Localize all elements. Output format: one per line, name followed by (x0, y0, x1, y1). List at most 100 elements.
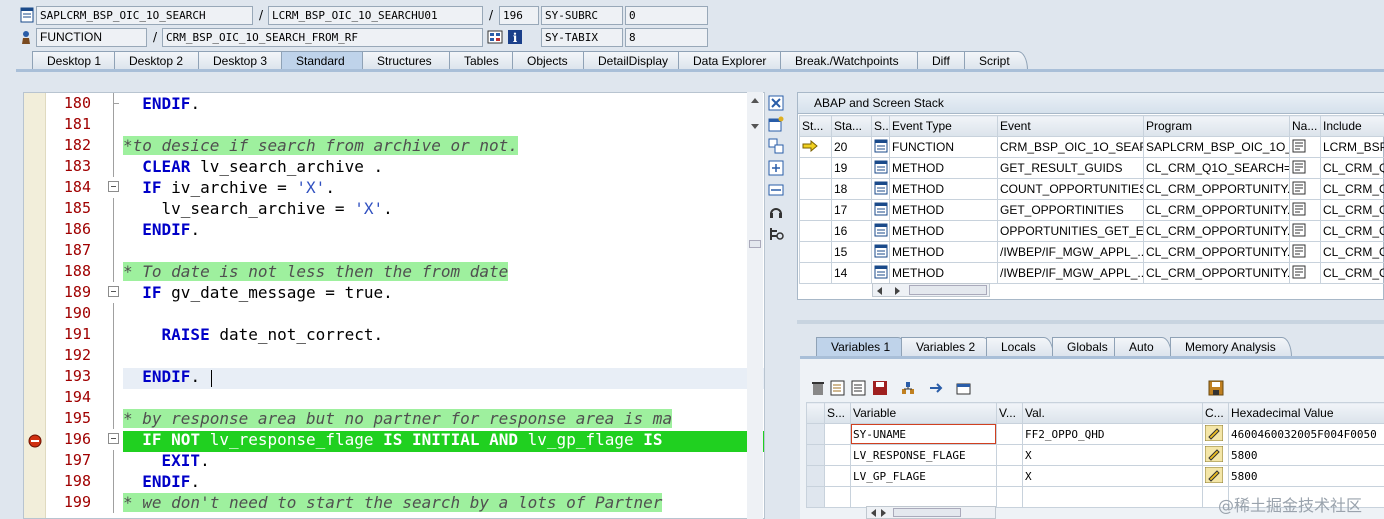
col-header[interactable]: Sta... (831, 115, 872, 137)
code-line[interactable]: 182 *to desice if search from archive or … (24, 135, 764, 156)
include-name[interactable]: LCRM_BSP_ (1320, 136, 1384, 158)
code-line[interactable]: 195 * by response area but no partner for… (24, 408, 764, 429)
tab-auto[interactable]: Auto (1114, 337, 1172, 357)
fold-toggle-icon[interactable] (108, 433, 119, 444)
tab-breakpoints[interactable]: Break./Watchpoints (780, 51, 925, 70)
resize-icon[interactable] (768, 182, 784, 198)
program-field[interactable]: SAPLCRM_BSP_OIC_1O_SEARCH (36, 6, 253, 25)
scroll-left-arrow[interactable] (871, 509, 876, 517)
row-selector[interactable] (806, 465, 825, 487)
event-type-field[interactable]: FUNCTION (36, 28, 147, 47)
list-icon[interactable] (830, 380, 846, 396)
variable-status[interactable] (824, 444, 851, 466)
variable-name-input[interactable]: LV_GP_FLAGE (850, 465, 997, 487)
event-type[interactable]: METHOD (889, 220, 998, 242)
event-name[interactable]: GET_RESULT_GUIDS (997, 157, 1144, 179)
code-line[interactable]: 197 EXIT. (24, 450, 764, 471)
hex-value[interactable]: 5800 (1228, 444, 1384, 466)
scroll-thumb[interactable] (909, 285, 987, 295)
stack-row[interactable]: 16 METHOD OPPORTUNITIES_GET_E... CL_CRM_OPP… (799, 220, 1384, 242)
scroll-up-arrow[interactable] (751, 98, 759, 103)
event-name[interactable]: GET_OPPORTINITIES (997, 199, 1144, 221)
variable-row[interactable]: LV_RESPONSE_FLAGE X 5800 (806, 444, 1384, 466)
variable-status[interactable] (824, 465, 851, 487)
event-type[interactable]: METHOD (889, 178, 998, 200)
code-line[interactable]: 181 (24, 114, 764, 135)
code-line[interactable]: 183 CLEAR lv_search_archive . (24, 156, 764, 177)
event-name[interactable]: /IWBEP/IF_MGW_APPL_... (997, 241, 1144, 263)
scroll-right-arrow[interactable] (881, 509, 886, 517)
navigate-cell[interactable] (1289, 241, 1321, 263)
include-name[interactable]: CL_CRM_O (1320, 199, 1384, 221)
current-frame-cell[interactable] (799, 262, 832, 284)
stack-row[interactable]: 19 METHOD GET_RESULT_GUIDS CL_CRM_Q1O_SEARC… (799, 157, 1384, 179)
current-frame-cell[interactable] (799, 136, 832, 158)
current-frame-cell[interactable] (799, 199, 832, 221)
code-line[interactable]: 199 * we don't need to start the search b… (24, 492, 764, 513)
variable-value[interactable]: FF2_OPPO_QHD (1022, 423, 1203, 445)
variable-row[interactable]: LV_GP_FLAGE X 5800 (806, 465, 1384, 487)
include-field[interactable]: LCRM_BSP_OIC_1O_SEARCHU01 (268, 6, 483, 25)
col-header[interactable]: St... (799, 115, 832, 137)
event-type-icon[interactable] (871, 178, 890, 200)
change-value-cell[interactable] (1202, 444, 1229, 466)
include-name[interactable]: CL_CRM_O (1320, 241, 1384, 263)
tab-memory-analysis[interactable]: Memory Analysis (1170, 337, 1292, 357)
col-header[interactable]: S... (871, 115, 890, 137)
stack-level[interactable]: 18 (831, 178, 872, 200)
variable-value[interactable]: X (1022, 444, 1203, 466)
stack-row[interactable]: 14 METHOD/IWBEP/IF_MGW_APPL_... CL_CRM_OPP… (799, 262, 1384, 284)
stack-row[interactable]: 15 METHOD/IWBEP/IF_MGW_APPL_... CL_CRM_OPP… (799, 241, 1384, 263)
col-header[interactable]: Hexadecimal Value (1228, 402, 1384, 424)
stack-level[interactable]: 14 (831, 262, 872, 284)
program-name[interactable]: CL_CRM_OPPORTUNITY... (1143, 178, 1290, 200)
code-line[interactable]: 187 (24, 240, 764, 261)
event-field[interactable]: CRM_BSP_OIC_1O_SEARCH_FROM_RF (162, 28, 483, 47)
stack-level[interactable]: 15 (831, 241, 872, 263)
col-header[interactable]: S... (824, 402, 851, 424)
event-type[interactable]: METHOD (889, 262, 998, 284)
hex-value[interactable]: 5800 (1228, 465, 1384, 487)
row-selector[interactable] (806, 486, 825, 508)
event-type-icon[interactable] (871, 220, 890, 242)
col-header[interactable]: V... (996, 402, 1023, 424)
event-type[interactable]: FUNCTION (889, 136, 998, 158)
variable-status[interactable] (824, 486, 851, 508)
pane-divider[interactable] (797, 320, 1384, 324)
code-editor[interactable]: 180 ENDIF. 181 182 *to desice if search fro… (23, 92, 765, 519)
event-name[interactable]: OPPORTUNITIES_GET_E... (997, 220, 1144, 242)
swap-icon[interactable] (768, 138, 784, 154)
event-type[interactable]: METHOD (889, 199, 998, 221)
tab-variables-1[interactable]: Variables 1 (816, 337, 908, 357)
event-type-icon[interactable] (871, 157, 890, 179)
fold-toggle-icon[interactable] (108, 181, 119, 192)
event-type[interactable]: METHOD (889, 241, 998, 263)
change-value-cell[interactable] (1202, 423, 1229, 445)
event-type-icon[interactable] (871, 136, 890, 158)
variable-view[interactable] (996, 444, 1023, 466)
variable-row[interactable]: SY-UNAME FF2_OPPO_QHD 4600460032005F004F00… (806, 423, 1384, 445)
tab-data-explorer[interactable]: Data Explorer (678, 51, 793, 70)
breakpoint-icon[interactable] (28, 434, 42, 448)
line-field[interactable]: 196 (499, 6, 539, 25)
delete-icon[interactable] (810, 380, 826, 396)
stack-row[interactable]: 17 METHOD GET_OPPORTINITIES CL_CRM_OPPORTUN… (799, 199, 1384, 221)
variable-view[interactable] (996, 423, 1023, 445)
save-icon[interactable] (1208, 380, 1224, 396)
code-line[interactable]: 184 IF iv_archive = 'X'. (24, 177, 764, 198)
change-value-cell[interactable] (1202, 465, 1229, 487)
code-line[interactable]: 191 RAISE date_not_correct. (24, 324, 764, 345)
code-line[interactable]: 180 ENDIF. (24, 93, 764, 114)
navigate-cell[interactable] (1289, 157, 1321, 179)
event-name[interactable]: /IWBEP/IF_MGW_APPL_... (997, 262, 1144, 284)
navigate-cell[interactable] (1289, 262, 1321, 284)
event-type-icon[interactable] (871, 199, 890, 221)
include-name[interactable]: CL_CRM_O (1320, 220, 1384, 242)
stack-level[interactable]: 19 (831, 157, 872, 179)
scroll-left-arrow[interactable] (877, 287, 882, 295)
program-name[interactable]: CL_CRM_OPPORTUNITY... (1143, 220, 1290, 242)
details-icon[interactable] (851, 380, 867, 396)
fold-toggle-icon[interactable] (108, 286, 119, 297)
scroll-down-arrow[interactable] (751, 124, 759, 129)
stack-level[interactable]: 16 (831, 220, 872, 242)
